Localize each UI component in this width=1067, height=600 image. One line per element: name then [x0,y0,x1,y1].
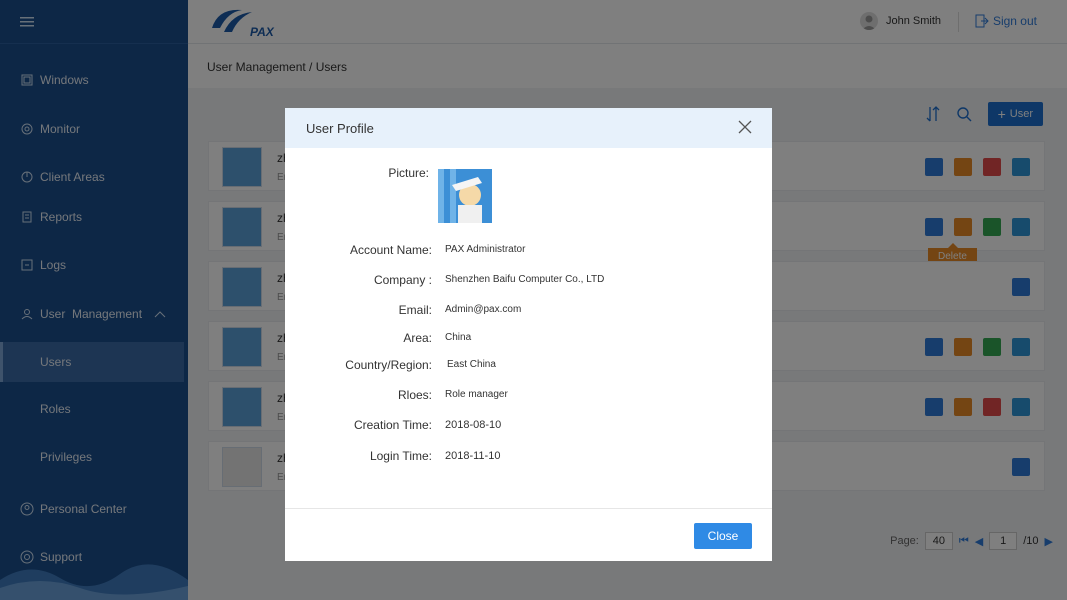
field-label: Email: [398,303,432,317]
company-field: Company : Shenzhen Baifu Computer Co., L… [285,273,772,293]
email-field: Email: Admin@pax.com [285,303,772,323]
dialog-footer: Close [285,508,772,561]
profile-picture [438,169,492,223]
user-profile-dialog: User Profile Picture: Account Name: PAX … [285,108,772,561]
field-value: China [445,332,472,343]
account-name-field: Account Name: PAX Administrator [285,243,772,263]
field-value: 2018-08-10 [445,419,502,431]
dialog-header: User Profile [285,108,772,148]
field-label: Creation Time: [353,418,432,432]
dialog-title: User Profile [306,120,374,136]
field-value: Role manager [445,389,508,400]
close-icon[interactable] [738,120,752,134]
field-value: Shenzhen Baifu Computer Co., LTD [445,274,605,285]
area-field: Area: China [285,331,772,351]
picture-field: Picture: [285,166,772,186]
field-label: Area: [403,331,432,345]
field-label: Picture: [388,166,429,180]
field-value: PAX Administrator [445,244,526,255]
roles-field: Rloes: Role manager [285,388,772,408]
close-button[interactable]: Close [694,523,752,549]
field-label: Rloes: [397,388,432,402]
field-label: Country/Region: [345,358,432,372]
field-value: Admin@pax.com [445,304,522,315]
field-label: Company : [373,273,432,287]
field-label: Account Name: [349,243,432,257]
creation-time-field: Creation Time: 2018-08-10 [285,418,772,438]
field-value: 2018-11-10 [445,450,501,462]
field-label: Login Time: [369,449,432,463]
field-value: East China [447,359,496,370]
country-region-field: Country/Region: East China [285,358,772,378]
login-time-field: Login Time: 2018-11-10 [285,449,772,469]
